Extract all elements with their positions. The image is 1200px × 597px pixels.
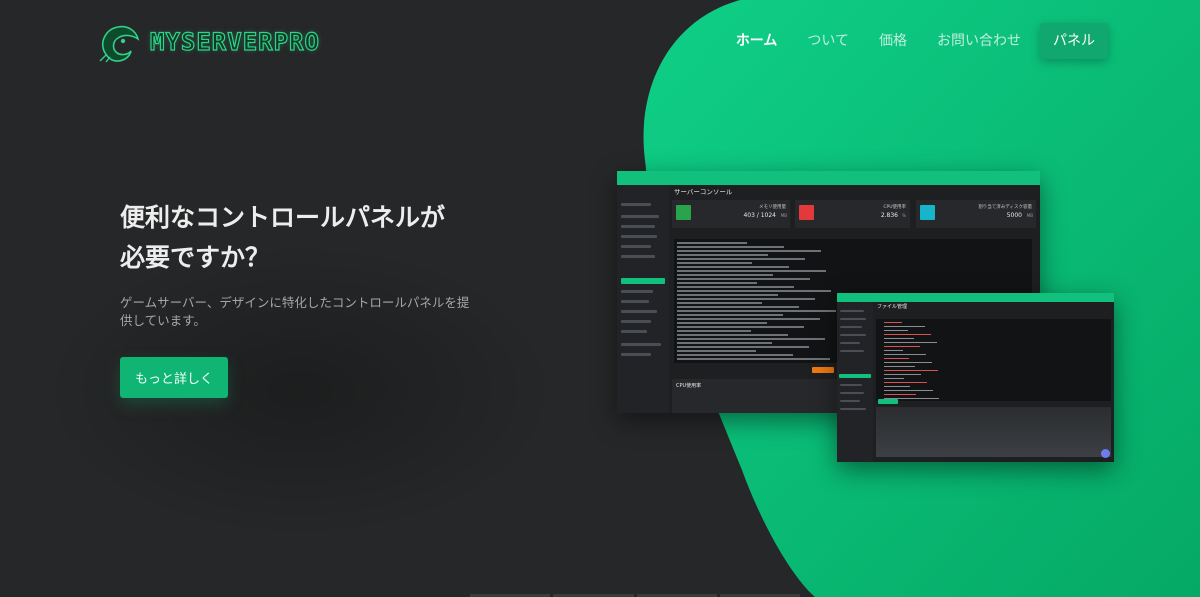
cpu-card: CPU使用率 2.836 % [795, 200, 910, 228]
editor-code-line [884, 350, 903, 351]
console-log-line [677, 254, 768, 256]
disk-label: 割り当て済みディスク容量 [978, 205, 1032, 210]
cpu-unit: % [902, 213, 906, 218]
memory-unit: MB [780, 213, 787, 218]
learn-more-button[interactable]: もっと詳しく [120, 357, 228, 398]
console-log-line [677, 318, 820, 320]
preview-console-title: サーバーコンソール [674, 188, 733, 196]
console-log-line [677, 294, 778, 296]
editor-code-line [884, 378, 904, 379]
disk-unit: MB [1026, 213, 1033, 218]
console-log-line [677, 322, 767, 324]
brand-logo[interactable]: MYSERVERPRO [98, 20, 378, 64]
console-log-line [677, 274, 773, 276]
editor-code-line [884, 362, 932, 363]
console-log-line [677, 346, 809, 348]
console-log-line [677, 350, 756, 352]
console-log-line [677, 290, 831, 292]
brand-wordmark: MYSERVERPRO [149, 27, 320, 56]
console-log-line [677, 342, 772, 344]
chat-bubble-icon [1101, 449, 1110, 458]
nav-home[interactable]: ホーム [721, 23, 793, 59]
preview2-save-button [878, 399, 898, 404]
editor-code-line [884, 370, 938, 371]
editor-code-line [884, 322, 902, 323]
editor-code-line [884, 354, 926, 355]
preview2-editor [876, 319, 1111, 401]
editor-code-line [884, 334, 931, 335]
disk-value: 5000 [1006, 212, 1022, 219]
preview-sidebar [617, 185, 669, 413]
console-log-line [677, 258, 805, 260]
console-log-line [677, 306, 799, 308]
editor-code-line [884, 382, 927, 383]
hero-title-line1: 便利なコントロールパネルが [120, 203, 446, 232]
console-log-line [677, 314, 783, 316]
console-log-line [677, 338, 825, 340]
console-log-line [677, 262, 752, 264]
preview2-topbar [837, 293, 1114, 302]
hero-title-line2: 必要ですか？ [120, 243, 271, 272]
editor-code-line [884, 386, 910, 387]
editor-code-line [884, 326, 925, 327]
console-log-line [677, 330, 751, 332]
editor-code-line [884, 390, 933, 391]
panel-button[interactable]: パネル [1040, 23, 1108, 59]
console-log-line [677, 358, 830, 360]
hero-subtitle: ゲームサーバー、デザインに特化したコントロールパネルを提供しています。 [120, 295, 470, 328]
snake-logo-icon [99, 25, 140, 63]
console-log-line [677, 250, 821, 252]
preview2-title: ファイル管理 [877, 304, 908, 310]
site-header: MYSERVERPRO ホーム ついて 価格 お問い合わせ パネル [0, 0, 1200, 82]
editor-code-line [884, 366, 915, 367]
cpu-chart-title: CPU使用率 [676, 383, 702, 389]
editor-code-line [884, 374, 921, 375]
console-log-line [677, 246, 784, 248]
editor-code-line [884, 342, 937, 343]
preview2-terrain-background [876, 407, 1111, 457]
nav-contact[interactable]: お問い合わせ [922, 23, 1036, 59]
preview-topbar [617, 171, 1040, 185]
main-nav: ホーム ついて 価格 お問い合わせ パネル [721, 23, 1108, 59]
console-log-line [677, 286, 794, 288]
console-log-line [677, 302, 762, 304]
memory-card: メモリ使用量 403 / 1024 MB [672, 200, 790, 228]
cpu-label: CPU使用率 [883, 205, 906, 210]
console-log-line [677, 326, 804, 328]
editor-code-line [884, 330, 908, 331]
console-log-line [677, 310, 836, 312]
file-manager-preview-image: ファイル管理 [837, 293, 1114, 462]
console-log-line [677, 298, 815, 300]
console-log-line [677, 266, 789, 268]
cpu-value: 2.836 [880, 212, 898, 219]
nav-pricing[interactable]: 価格 [864, 23, 922, 59]
console-log-line [677, 242, 747, 244]
editor-code-line [884, 394, 916, 395]
hero-title: 便利なコントロールパネルが 必要ですか？ [120, 198, 500, 278]
console-log-line [677, 354, 793, 356]
editor-code-line [884, 338, 914, 339]
hero-section: 便利なコントロールパネルが 必要ですか？ ゲームサーバー、デザインに特化したコン… [120, 198, 500, 330]
nav-about[interactable]: ついて [792, 23, 864, 59]
console-log-line [677, 334, 788, 336]
preview-send-button [812, 367, 834, 373]
console-log-line [677, 282, 757, 284]
editor-code-line [884, 346, 920, 347]
preview2-sidebar [837, 302, 873, 462]
editor-code-line [884, 358, 909, 359]
console-log-line [677, 278, 810, 280]
memory-value: 403 / 1024 [743, 212, 776, 219]
memory-label: メモリ使用量 [759, 205, 786, 210]
console-log-line [677, 270, 826, 272]
disk-card: 割り当て済みディスク容量 5000 MB [916, 200, 1036, 228]
